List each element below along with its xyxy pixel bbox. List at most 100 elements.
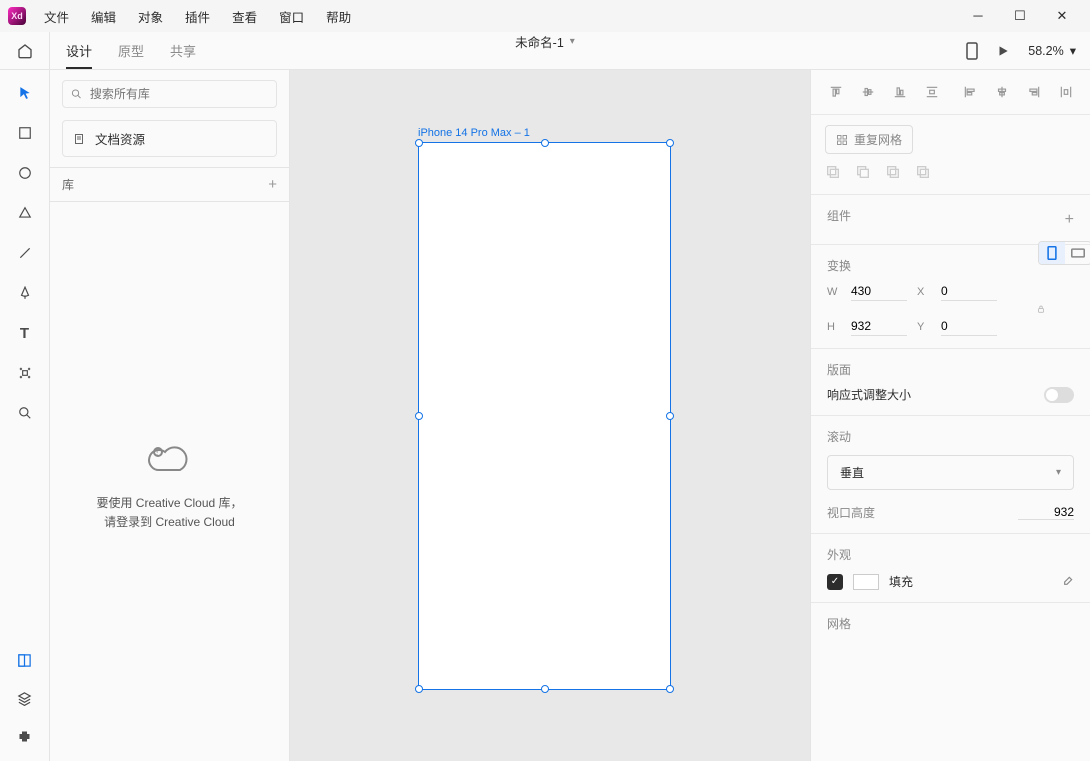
menu-object[interactable]: 对象 (138, 7, 163, 26)
align-hcenter-button[interactable] (989, 80, 1015, 104)
height-input[interactable] (851, 317, 907, 336)
menu-edit[interactable]: 编辑 (91, 7, 116, 26)
portrait-button[interactable] (1039, 242, 1065, 264)
scroll-title: 滚动 (827, 428, 1074, 445)
library-search-input[interactable] (90, 87, 268, 101)
responsive-label: 响应式调整大小 (827, 386, 911, 403)
distribute-v-button[interactable] (919, 80, 945, 104)
tab-design[interactable]: 设计 (66, 32, 92, 69)
add-library-button[interactable]: + (268, 176, 277, 193)
creative-cloud-icon: ! (146, 442, 194, 476)
zoom-tool[interactable] (16, 404, 34, 422)
fill-swatch[interactable] (853, 574, 879, 590)
resize-handle[interactable] (415, 685, 423, 693)
scroll-direction-select[interactable]: 垂直 ▾ (827, 455, 1074, 490)
align-controls (811, 70, 1090, 115)
zoom-control[interactable]: 58.2% ▾ (1028, 43, 1076, 58)
components-section: 组件 + (811, 195, 1090, 245)
intersect-icon[interactable] (885, 164, 901, 180)
add-component-button[interactable]: + (1065, 211, 1074, 229)
select-tool[interactable] (16, 84, 34, 102)
subtract-icon[interactable] (855, 164, 871, 180)
orientation-toggle[interactable] (1038, 241, 1090, 265)
rectangle-tool[interactable] (16, 124, 34, 142)
left-panel: 文档资源 库 + ! 要使用 Creative Cloud 库， 请登录到 Cr… (50, 70, 290, 761)
menu-file[interactable]: 文件 (44, 7, 69, 26)
align-vmiddle-button[interactable] (855, 80, 881, 104)
document-icon (73, 133, 85, 145)
artboard-tool[interactable] (16, 364, 34, 382)
repeat-grid-section: 重复网格 (811, 115, 1090, 195)
resize-handle[interactable] (666, 139, 674, 147)
polygon-tool[interactable] (16, 204, 34, 222)
repeat-grid-button[interactable]: 重复网格 (825, 125, 913, 154)
align-right-button[interactable] (1021, 80, 1047, 104)
menu-window[interactable]: 窗口 (279, 7, 304, 26)
line-tool[interactable] (16, 244, 34, 262)
layout-section: 版面 响应式调整大小 (811, 349, 1090, 416)
grid-section: 网格 (811, 603, 1090, 652)
exclude-icon[interactable] (915, 164, 931, 180)
document-assets-button[interactable]: 文档资源 (62, 120, 277, 157)
resize-handle[interactable] (666, 412, 674, 420)
canvas[interactable]: iPhone 14 Pro Max – 1 (290, 70, 810, 761)
home-button[interactable] (0, 32, 50, 69)
y-input[interactable] (941, 317, 997, 336)
align-top-button[interactable] (823, 80, 849, 104)
x-input[interactable] (941, 282, 997, 301)
align-bottom-button[interactable] (887, 80, 913, 104)
width-label: W (827, 286, 841, 298)
plugins-panel-button[interactable] (16, 727, 34, 745)
right-panel: 重复网格 组件 + 变换 W X (810, 70, 1090, 761)
resize-handle[interactable] (541, 139, 549, 147)
text-tool[interactable]: T (16, 324, 34, 342)
viewport-height-input[interactable] (1018, 505, 1074, 520)
menu-help[interactable]: 帮助 (326, 7, 351, 26)
fill-checkbox[interactable]: ✓ (827, 574, 843, 590)
ellipse-tool[interactable] (16, 164, 34, 182)
landscape-button[interactable] (1065, 242, 1090, 264)
device-preview-icon[interactable] (966, 42, 978, 60)
pen-tool[interactable] (16, 284, 34, 302)
tab-share[interactable]: 共享 (170, 32, 196, 69)
zoom-value: 58.2% (1028, 44, 1063, 58)
scroll-value: 垂直 (840, 464, 864, 481)
transform-title: 变换 (827, 257, 1074, 274)
library-search[interactable] (62, 80, 277, 108)
width-input[interactable] (851, 282, 907, 301)
menubar: 文件 编辑 对象 插件 查看 窗口 帮助 (44, 7, 351, 26)
x-label: X (917, 286, 931, 298)
layout-title: 版面 (827, 361, 1074, 378)
layers-panel-button[interactable] (16, 689, 34, 707)
cc-login-message: ! 要使用 Creative Cloud 库， 请登录到 Creative Cl… (50, 202, 289, 761)
resize-handle[interactable] (666, 685, 674, 693)
align-left-button[interactable] (957, 80, 983, 104)
resize-handle[interactable] (541, 685, 549, 693)
play-icon[interactable] (996, 44, 1010, 58)
close-button[interactable]: ✕ (1052, 8, 1072, 24)
lock-aspect[interactable] (1007, 303, 1074, 315)
resize-handle[interactable] (415, 139, 423, 147)
artboard-label[interactable]: iPhone 14 Pro Max – 1 (418, 127, 530, 139)
artboard[interactable] (418, 142, 671, 690)
union-icon[interactable] (825, 164, 841, 180)
menu-plugins[interactable]: 插件 (185, 7, 210, 26)
titlebar: Xd 文件 编辑 对象 插件 查看 窗口 帮助 ─ ☐ ✕ (0, 0, 1090, 32)
responsive-toggle[interactable] (1044, 387, 1074, 403)
libraries-row: 库 + (50, 167, 289, 202)
transform-section: 变换 W X H Y (811, 245, 1090, 349)
eyedropper-button[interactable] (1060, 575, 1074, 589)
chevron-down-icon: ▾ (570, 36, 575, 47)
maximize-button[interactable]: ☐ (1010, 8, 1030, 24)
chevron-down-icon: ▾ (1056, 467, 1061, 478)
resize-handle[interactable] (415, 412, 423, 420)
tab-prototype[interactable]: 原型 (118, 32, 144, 69)
menu-view[interactable]: 查看 (232, 7, 257, 26)
height-label: H (827, 321, 841, 333)
minimize-button[interactable]: ─ (968, 8, 988, 24)
document-title[interactable]: 未命名-1 ▾ (515, 32, 575, 51)
document-name: 未命名-1 (515, 32, 564, 51)
appearance-title: 外观 (827, 546, 1074, 563)
distribute-h-button[interactable] (1053, 80, 1079, 104)
libraries-panel-button[interactable] (16, 651, 34, 669)
